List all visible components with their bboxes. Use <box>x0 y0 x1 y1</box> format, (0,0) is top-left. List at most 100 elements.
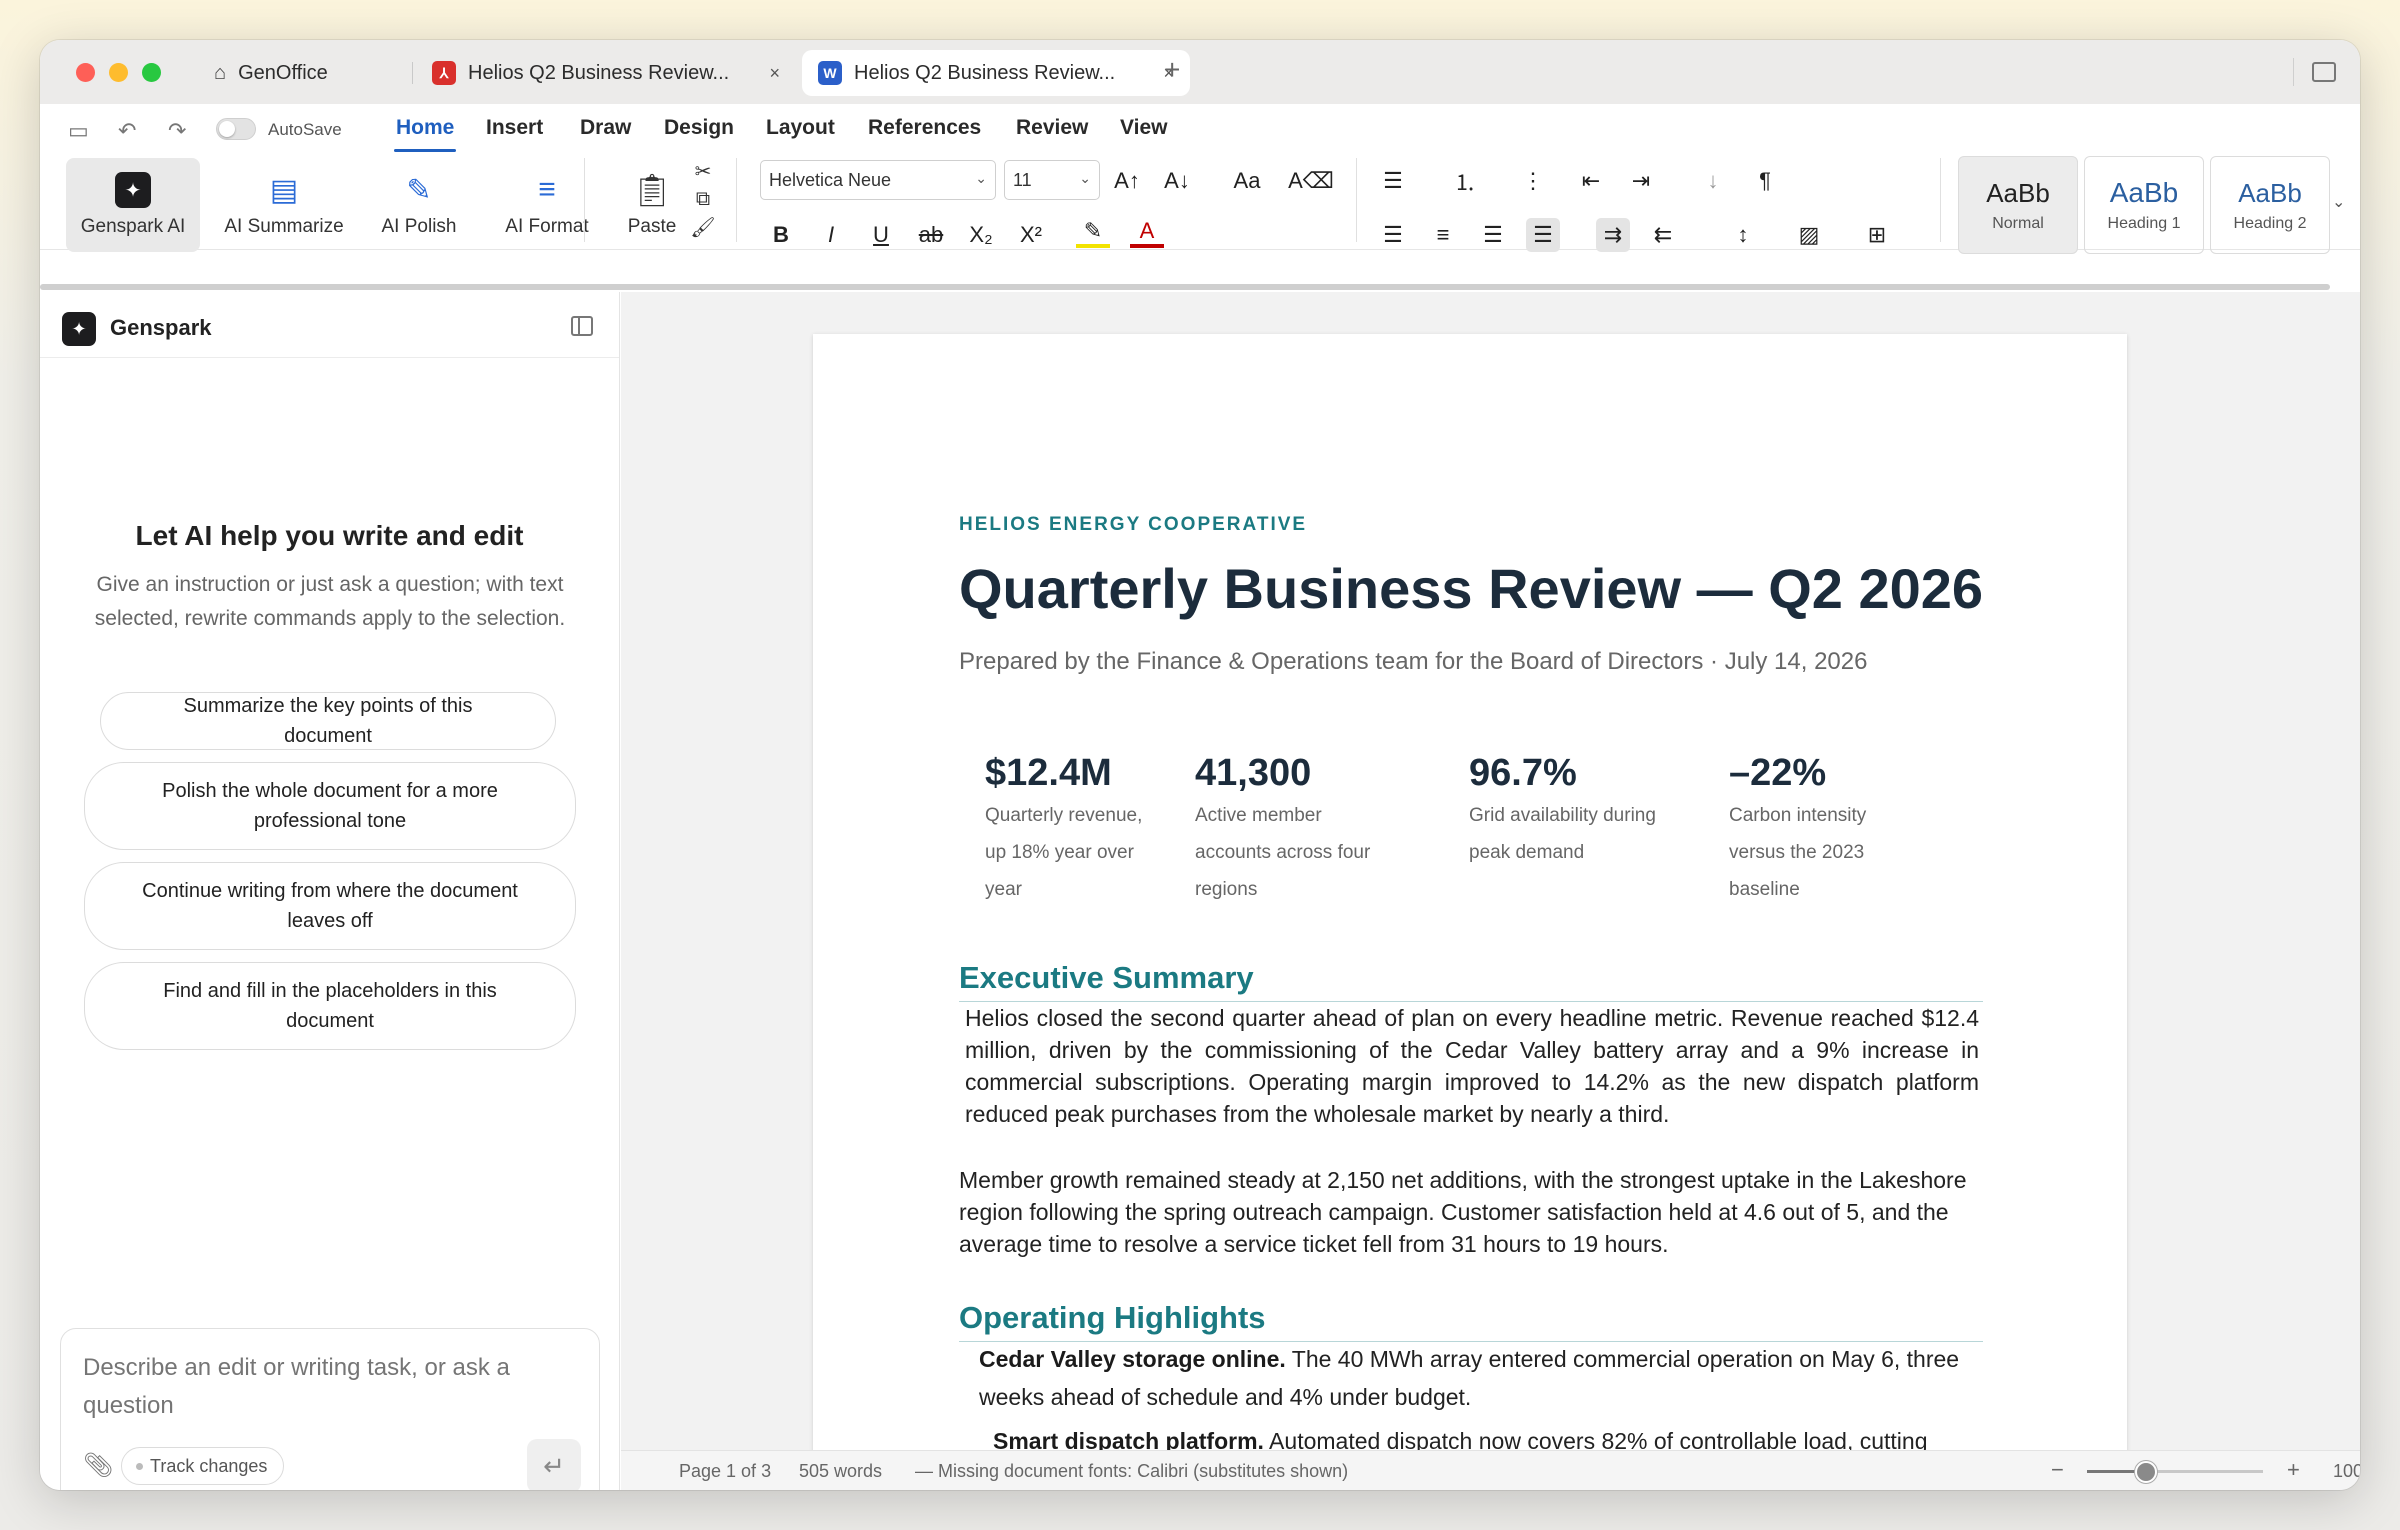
ai-summarize-button[interactable]: ▤ AI Summarize <box>214 158 354 252</box>
style-heading-2[interactable]: AaBb Heading 2 <box>2210 156 2330 254</box>
magic-wand-icon: ✎ <box>406 173 432 207</box>
suggestion-continue[interactable]: Continue writing from where the document… <box>84 862 576 950</box>
save-icon[interactable]: ▭ <box>68 118 89 144</box>
redo-icon[interactable]: ↷ <box>168 118 186 144</box>
sidebar-toggle-icon[interactable] <box>2312 62 2336 82</box>
doc-kicker: HELIOS ENERGY COOPERATIVE <box>959 514 1308 535</box>
format-painter-icon[interactable]: 🖌︎ <box>688 212 718 242</box>
kpi-revenue: $12.4M Quarterly revenue, up 18% year ov… <box>985 752 1163 908</box>
font-family-select[interactable]: Helvetica Neue ⌄ <box>760 160 996 200</box>
tab-genoffice[interactable]: ⌂ GenOffice <box>198 50 398 96</box>
zoom-slider-thumb[interactable] <box>2135 1461 2157 1483</box>
track-changes-toggle[interactable]: Track changes <box>121 1447 285 1485</box>
prompt-input[interactable] <box>83 1349 563 1429</box>
divider <box>736 158 737 242</box>
chevron-down-icon: ⌄ <box>1079 170 1091 186</box>
tab-layout[interactable]: Layout <box>766 116 835 140</box>
panel-subtitle: Give an instruction or just ask a questi… <box>94 573 566 630</box>
strikethrough-icon[interactable]: ab <box>914 218 948 252</box>
styles-expand-icon[interactable]: ⌄ <box>2332 192 2345 212</box>
tab-separator <box>412 62 413 84</box>
borders-icon[interactable]: ⊞ <box>1860 218 1894 252</box>
copy-icon[interactable]: ⧉ <box>688 184 718 214</box>
page-count[interactable]: Page 1 of 3 <box>679 1461 771 1482</box>
line-spacing-icon[interactable]: ↕ <box>1726 218 1760 252</box>
heading-operating-highlights: Operating Highlights <box>959 1300 1266 1335</box>
paragraph: Helios closed the second quarter ahead o… <box>965 1005 1979 1127</box>
ltr-icon[interactable]: ⇉ <box>1596 218 1630 252</box>
suggestion-summarize[interactable]: Summarize the key points of this documen… <box>100 692 556 750</box>
align-center-icon[interactable]: ≡ <box>1426 218 1460 252</box>
sort-icon[interactable]: ↓ <box>1696 164 1730 198</box>
shading-icon[interactable]: ▨ <box>1792 218 1826 252</box>
send-button[interactable]: ↵ <box>527 1439 581 1490</box>
genspark-ai-button[interactable]: ✦ Genspark AI <box>66 158 200 252</box>
attach-icon[interactable]: 📎︎ <box>83 1451 113 1480</box>
style-preview: AaBb <box>2109 177 2179 208</box>
bullet-list-icon[interactable]: ☰ <box>1376 164 1410 198</box>
autosave-toggle[interactable] <box>216 118 256 140</box>
word-count[interactable]: 505 words <box>799 1461 882 1482</box>
style-label: Heading 2 <box>2233 214 2307 232</box>
increase-font-size-icon[interactable]: A↑ <box>1110 164 1144 198</box>
clear-formatting-icon[interactable]: A⌫ <box>1288 164 1334 198</box>
zoom-level[interactable]: 100% <box>2333 1461 2360 1482</box>
pilcrow-icon[interactable]: ¶ <box>1748 164 1782 198</box>
close-window-button[interactable] <box>76 62 95 82</box>
close-tab-icon[interactable]: × <box>769 63 780 84</box>
increase-indent-icon[interactable]: ⇥ <box>1624 164 1658 198</box>
tab-pdf-review[interactable]: ⅄ Helios Q2 Business Review... × <box>416 50 796 96</box>
align-right-icon[interactable]: ☰ <box>1476 218 1510 252</box>
document-page[interactable]: HELIOS ENERGY COOPERATIVE Quarterly Busi… <box>813 334 2127 1450</box>
zoom-out-icon[interactable]: − <box>2051 1457 2064 1483</box>
justify-icon[interactable]: ☰ <box>1526 218 1560 252</box>
bold-icon[interactable]: B <box>764 218 798 252</box>
tab-insert[interactable]: Insert <box>486 116 543 140</box>
bullet-bold: Smart dispatch platform. <box>993 1428 1264 1450</box>
paste-button[interactable]: 📋︎ Paste <box>602 158 702 252</box>
font-size-select[interactable]: 11 ⌄ <box>1004 160 1100 200</box>
rtl-icon[interactable]: ⇇ <box>1646 218 1680 252</box>
suggestion-polish[interactable]: Polish the whole document for a more pro… <box>84 762 576 850</box>
change-case-icon[interactable]: Aa <box>1230 164 1264 198</box>
minimize-window-button[interactable] <box>109 62 128 82</box>
italic-icon[interactable]: I <box>814 218 848 252</box>
numbered-list-icon[interactable]: ⒈ <box>1448 164 1482 198</box>
tab-label: Helios Q2 Business Review... <box>468 61 730 84</box>
undo-icon[interactable]: ↶ <box>118 118 136 144</box>
zoom-in-icon[interactable]: + <box>2287 1457 2300 1483</box>
button-label: Paste <box>627 216 677 237</box>
subscript-icon[interactable]: X₂ <box>964 218 998 252</box>
font-color-icon[interactable]: A <box>1130 218 1164 248</box>
tab-review[interactable]: Review <box>1016 116 1088 140</box>
tab-draw[interactable]: Draw <box>580 116 631 140</box>
ribbon-home: ✦ Genspark AI ▤ AI Summarize ✎ AI Polish… <box>40 152 2360 254</box>
tab-design[interactable]: Design <box>664 116 734 140</box>
maximize-window-button[interactable] <box>142 62 161 82</box>
new-tab-icon[interactable]: + <box>1164 54 1180 86</box>
multilevel-list-icon[interactable]: ⋮ <box>1516 164 1550 198</box>
tab-home[interactable]: Home <box>393 116 457 152</box>
document-canvas[interactable]: HELIOS ENERGY COOPERATIVE Quarterly Busi… <box>621 292 2360 1450</box>
cut-icon[interactable]: ✂ <box>688 156 718 186</box>
ai-polish-button[interactable]: ✎ AI Polish <box>358 158 480 252</box>
composer: 📎︎ Track changes ↵ <box>60 1328 600 1490</box>
align-left-icon[interactable]: ☰ <box>1376 218 1410 252</box>
style-heading-1[interactable]: AaBb Heading 1 <box>2084 156 2204 254</box>
decrease-font-size-icon[interactable]: A↓ <box>1160 164 1194 198</box>
highlight-icon[interactable]: ✎ <box>1076 218 1110 248</box>
ribbon-scrollbar[interactable] <box>40 284 2330 290</box>
collapse-panel-icon[interactable] <box>571 316 593 336</box>
superscript-icon[interactable]: X² <box>1014 218 1048 252</box>
font-family-value: Helvetica Neue <box>769 169 892 190</box>
tab-view[interactable]: View <box>1120 116 1167 140</box>
tab-word-review[interactable]: W Helios Q2 Business Review... × <box>802 50 1190 96</box>
underline-icon[interactable]: U <box>864 218 898 252</box>
style-normal[interactable]: AaBb Normal <box>1958 156 2078 254</box>
suggestion-placeholders[interactable]: Find and fill in the placeholders in thi… <box>84 962 576 1050</box>
decrease-indent-icon[interactable]: ⇤ <box>1574 164 1608 198</box>
tab-references[interactable]: References <box>868 116 981 140</box>
summarize-icon: ▤ <box>269 173 299 207</box>
style-preview: AaBb <box>2238 177 2302 208</box>
ai-format-button[interactable]: ≡ AI Format <box>482 158 612 252</box>
